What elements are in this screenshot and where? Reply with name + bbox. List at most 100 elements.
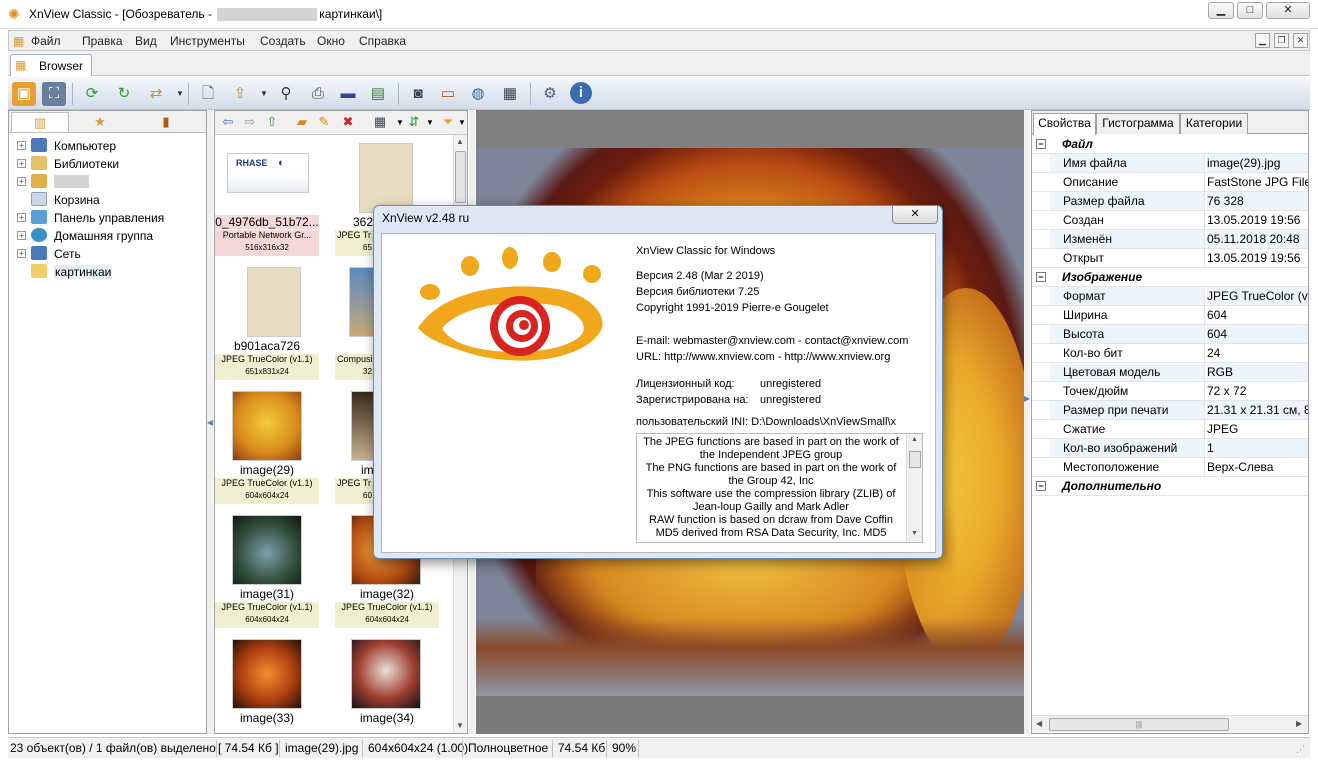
tree-item-control-panel[interactable]: + Панель управления bbox=[9, 209, 206, 227]
expand-icon[interactable]: + bbox=[17, 159, 26, 168]
minimize-button[interactable]: ▁ bbox=[1208, 2, 1234, 19]
view-mode-icon[interactable]: ▦ bbox=[371, 114, 389, 130]
tree-item-network[interactable]: + Сеть bbox=[9, 245, 206, 263]
scroll-up-icon[interactable]: ▲ bbox=[456, 137, 464, 146]
menu-help[interactable]: Справка bbox=[359, 34, 406, 48]
expand-icon[interactable]: + bbox=[17, 231, 26, 240]
export-dropdown-icon[interactable]: ▼ bbox=[260, 89, 268, 98]
tree-item-computer[interactable]: + Компьютер bbox=[9, 137, 206, 155]
scrollbar-thumb[interactable]: ||| bbox=[1049, 718, 1229, 731]
scroll-down-icon[interactable]: ▼ bbox=[911, 530, 918, 537]
back-arrow-icon[interactable]: ⇦ bbox=[219, 114, 237, 130]
collapse-icon[interactable]: − bbox=[1036, 481, 1046, 491]
menu-tools[interactable]: Инструменты bbox=[170, 34, 245, 48]
up-folder-icon[interactable]: ⇧ bbox=[263, 114, 281, 130]
reload-icon[interactable]: ↻ bbox=[112, 82, 136, 106]
menu-view[interactable]: Вид bbox=[135, 34, 157, 48]
slideshow-icon[interactable]: ▭ bbox=[436, 82, 460, 106]
scroll-up-icon[interactable]: ▲ bbox=[911, 436, 918, 443]
maximize-button[interactable]: □ bbox=[1237, 2, 1263, 19]
tab-browser[interactable]: ▦ Browser bbox=[10, 54, 92, 76]
capture-icon[interactable]: ◙ bbox=[406, 82, 430, 106]
filter-dropdown-icon[interactable]: ▼ bbox=[453, 118, 467, 127]
thumbnail-item[interactable]: image(33) bbox=[215, 635, 319, 733]
info-icon[interactable]: i bbox=[570, 82, 592, 104]
web-page-icon[interactable]: ◍ bbox=[466, 82, 490, 106]
property-row[interactable]: Местоположение Верх-Слева bbox=[1032, 458, 1308, 477]
tab-catalog-icon[interactable]: ▮ bbox=[137, 112, 195, 132]
property-row[interactable]: Формат JPEG TrueColor (v1. bbox=[1032, 287, 1308, 306]
mdi-restore-icon[interactable]: ❐ bbox=[1274, 33, 1289, 48]
scrollbar-thumb[interactable] bbox=[909, 451, 921, 468]
contact-sheet-icon[interactable]: ▦ bbox=[498, 82, 522, 106]
category-file[interactable]: − Файл bbox=[1032, 135, 1308, 154]
credits-textbox[interactable]: The JPEG functions are based in part on … bbox=[636, 433, 923, 543]
delete-icon[interactable]: ✖ bbox=[339, 114, 357, 130]
thumbnail-item[interactable]: b901aca726 JPEG TrueColor (v1.1) 651x831… bbox=[215, 263, 319, 381]
tree-item-homegroup[interactable]: + Домашняя группа bbox=[9, 227, 206, 245]
refresh-icon[interactable]: ⟳ bbox=[80, 82, 104, 106]
scroll-left-icon[interactable]: ◀ bbox=[1036, 719, 1042, 728]
property-row[interactable]: Высота 604 bbox=[1032, 325, 1308, 344]
expand-icon[interactable]: + bbox=[17, 249, 26, 258]
property-row[interactable]: Сжатие JPEG bbox=[1032, 420, 1308, 439]
tree-item-libraries[interactable]: + Библиотеки bbox=[9, 155, 206, 173]
convert-dropdown-icon[interactable]: ▼ bbox=[176, 89, 184, 98]
scanner-icon[interactable]: ▬ bbox=[336, 82, 360, 106]
dialog-close-button[interactable]: ✕ bbox=[892, 206, 938, 224]
tab-histogram[interactable]: Гистограмма bbox=[1096, 113, 1180, 134]
tab-favorites-icon[interactable]: ★ bbox=[71, 112, 129, 132]
left-splitter[interactable]: ◀ bbox=[207, 110, 213, 734]
menu-create[interactable]: Создать bbox=[260, 34, 306, 48]
property-row[interactable]: Ширина 604 bbox=[1032, 306, 1308, 325]
tab-folders-icon[interactable]: ▥ bbox=[11, 112, 69, 132]
right-splitter[interactable]: ▶ bbox=[1024, 110, 1030, 734]
properties-scrollbar[interactable]: ◀ ||| ▶ bbox=[1032, 715, 1308, 732]
thumbnail-item[interactable]: RHASE ◐ 0_4976db_51b72... Portable Netwo… bbox=[215, 139, 319, 257]
property-row[interactable]: Имя файла image(29).jpg bbox=[1032, 154, 1308, 173]
expand-icon[interactable]: + bbox=[17, 177, 26, 186]
property-row[interactable]: Размер файла 76 328 bbox=[1032, 192, 1308, 211]
batch-icon[interactable]: ▤ bbox=[366, 82, 390, 106]
property-row[interactable]: Открыт 13.05.2019 19:56 bbox=[1032, 249, 1308, 268]
menu-file[interactable]: Файл bbox=[31, 34, 61, 48]
properties-icon[interactable]: 🗋 bbox=[196, 82, 220, 106]
credits-scrollbar[interactable]: ▲ ▼ bbox=[906, 434, 922, 542]
property-row[interactable]: Кол-во изображений 1 bbox=[1032, 439, 1308, 458]
tree-item-current-folder[interactable]: картинкаи bbox=[9, 263, 206, 281]
fullscreen-icon[interactable]: ⛶ bbox=[42, 82, 66, 106]
resize-grip-icon[interactable]: ⋰ bbox=[1296, 744, 1305, 755]
category-image[interactable]: − Изображение bbox=[1032, 268, 1308, 287]
collapse-icon[interactable]: − bbox=[1036, 272, 1046, 282]
property-row[interactable]: Цветовая модель RGB bbox=[1032, 363, 1308, 382]
collapse-icon[interactable]: − bbox=[1036, 139, 1046, 149]
scroll-down-icon[interactable]: ▼ bbox=[456, 721, 464, 730]
expand-icon[interactable]: + bbox=[17, 213, 26, 222]
property-row[interactable]: Точек/дюйм 72 x 72 bbox=[1032, 382, 1308, 401]
property-row[interactable]: Изменён 05.11.2018 20:48 bbox=[1032, 230, 1308, 249]
property-row[interactable]: Создан 13.05.2019 19:56 bbox=[1032, 211, 1308, 230]
property-row[interactable]: Кол-во бит 24 bbox=[1032, 344, 1308, 363]
gear-icon[interactable]: ⚙ bbox=[538, 82, 562, 106]
open-image-icon[interactable]: ▣ bbox=[12, 82, 36, 106]
xnview-app-icon[interactable]: ✺ bbox=[8, 7, 20, 21]
convert-icon[interactable]: ⇄ bbox=[144, 82, 168, 106]
sort-dropdown-icon[interactable]: ▼ bbox=[421, 118, 439, 127]
new-folder-icon[interactable]: ▰ bbox=[293, 114, 311, 130]
scrollbar-thumb[interactable] bbox=[455, 151, 466, 203]
thumbnail-item-selected[interactable]: image(29) JPEG TrueColor (v1.1) 604x604x… bbox=[215, 387, 319, 505]
print-icon[interactable]: ⎙ bbox=[306, 82, 330, 106]
export-icon[interactable]: ⇪ bbox=[228, 82, 252, 106]
property-row[interactable]: Описание FastStone JPG File bbox=[1032, 173, 1308, 192]
mdi-close-icon[interactable]: ✕ bbox=[1293, 33, 1308, 48]
tab-properties[interactable]: Свойства bbox=[1033, 113, 1096, 135]
thumbnail-item[interactable]: image(34) bbox=[335, 635, 453, 733]
expand-icon[interactable]: + bbox=[17, 141, 26, 150]
menu-window[interactable]: Окно bbox=[317, 34, 345, 48]
tree-item-recycle-bin[interactable]: Корзина bbox=[9, 191, 206, 209]
forward-arrow-icon[interactable]: ⇨ bbox=[241, 114, 259, 130]
tree-item-user[interactable]: + bbox=[9, 173, 206, 191]
close-button[interactable]: ✕ bbox=[1266, 2, 1310, 19]
property-row[interactable]: Размер при печати21.31 x 21.31 см, 8.3 bbox=[1032, 401, 1308, 420]
tab-categories[interactable]: Категории bbox=[1180, 113, 1248, 134]
